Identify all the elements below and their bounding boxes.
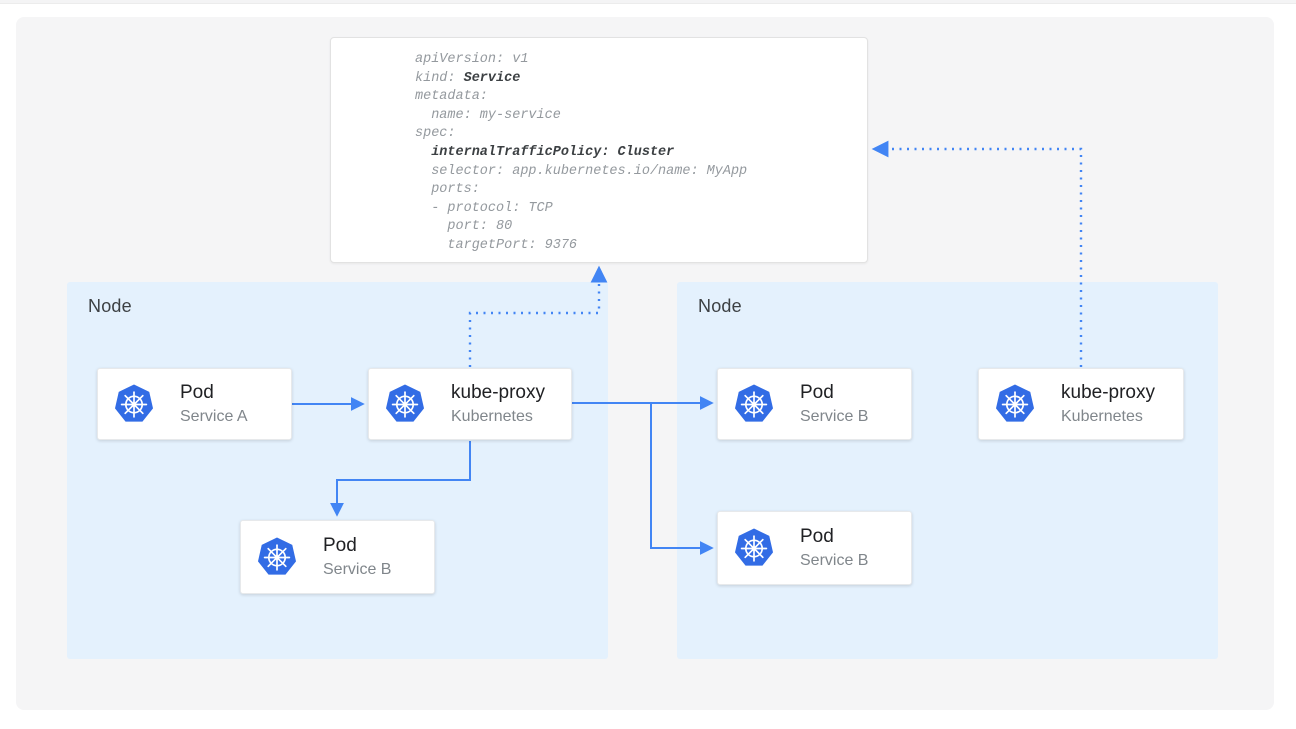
kubernetes-logo-icon — [734, 528, 774, 568]
node-right: Node — [677, 282, 1218, 659]
card-title: Pod — [800, 381, 868, 405]
kubernetes-logo-icon — [734, 384, 774, 424]
card-subtitle: Kubernetes — [451, 406, 545, 427]
card-title: kube-proxy — [451, 381, 545, 405]
yaml-code-line: kind: Service — [415, 70, 859, 89]
card-title: kube-proxy — [1061, 381, 1155, 405]
card-title: Pod — [323, 534, 391, 558]
node-left: Node — [67, 282, 608, 659]
card-subtitle: Kubernetes — [1061, 406, 1155, 427]
card-subtitle: Service B — [800, 550, 868, 571]
yaml-code-line: apiVersion: v1 — [415, 51, 859, 70]
kubernetes-logo-icon — [114, 384, 154, 424]
service-yaml-code: apiVersion: v1kind: Servicemetadata: nam… — [415, 51, 859, 256]
yaml-code-line: ports: — [415, 181, 859, 200]
yaml-code-line: internalTrafficPolicy: Cluster — [415, 144, 859, 163]
card-subtitle: Service B — [323, 559, 391, 580]
card-pod-service-b-right-top: Pod Service B — [717, 368, 912, 440]
service-yaml-card: apiVersion: v1kind: Servicemetadata: nam… — [330, 37, 868, 263]
card-kube-proxy-left: kube-proxy Kubernetes — [368, 368, 572, 440]
yaml-code-line: name: my-service — [415, 107, 859, 126]
yaml-code-line: selector: app.kubernetes.io/name: MyApp — [415, 163, 859, 182]
node-left-label: Node — [88, 295, 132, 317]
card-title: Pod — [180, 381, 248, 405]
card-pod-service-b-right-bottom: Pod Service B — [717, 511, 912, 585]
yaml-code-line: metadata: — [415, 88, 859, 107]
yaml-code-line: - protocol: TCP — [415, 200, 859, 219]
kubernetes-logo-icon — [995, 384, 1035, 424]
card-kube-proxy-right: kube-proxy Kubernetes — [978, 368, 1184, 440]
yaml-code-line: spec: — [415, 125, 859, 144]
card-pod-service-a: Pod Service A — [97, 368, 292, 440]
kubernetes-logo-icon — [257, 537, 297, 577]
kubernetes-logo-icon — [385, 384, 425, 424]
card-pod-service-b-left: Pod Service B — [240, 520, 435, 594]
top-border-strip — [0, 0, 1296, 4]
card-subtitle: Service B — [800, 406, 868, 427]
card-subtitle: Service A — [180, 406, 248, 427]
node-right-label: Node — [698, 295, 742, 317]
card-title: Pod — [800, 525, 868, 549]
kubernetes-service-diagram: Node Node — [0, 0, 1296, 729]
yaml-code-line: port: 80 — [415, 218, 859, 237]
yaml-code-line: targetPort: 9376 — [415, 237, 859, 256]
